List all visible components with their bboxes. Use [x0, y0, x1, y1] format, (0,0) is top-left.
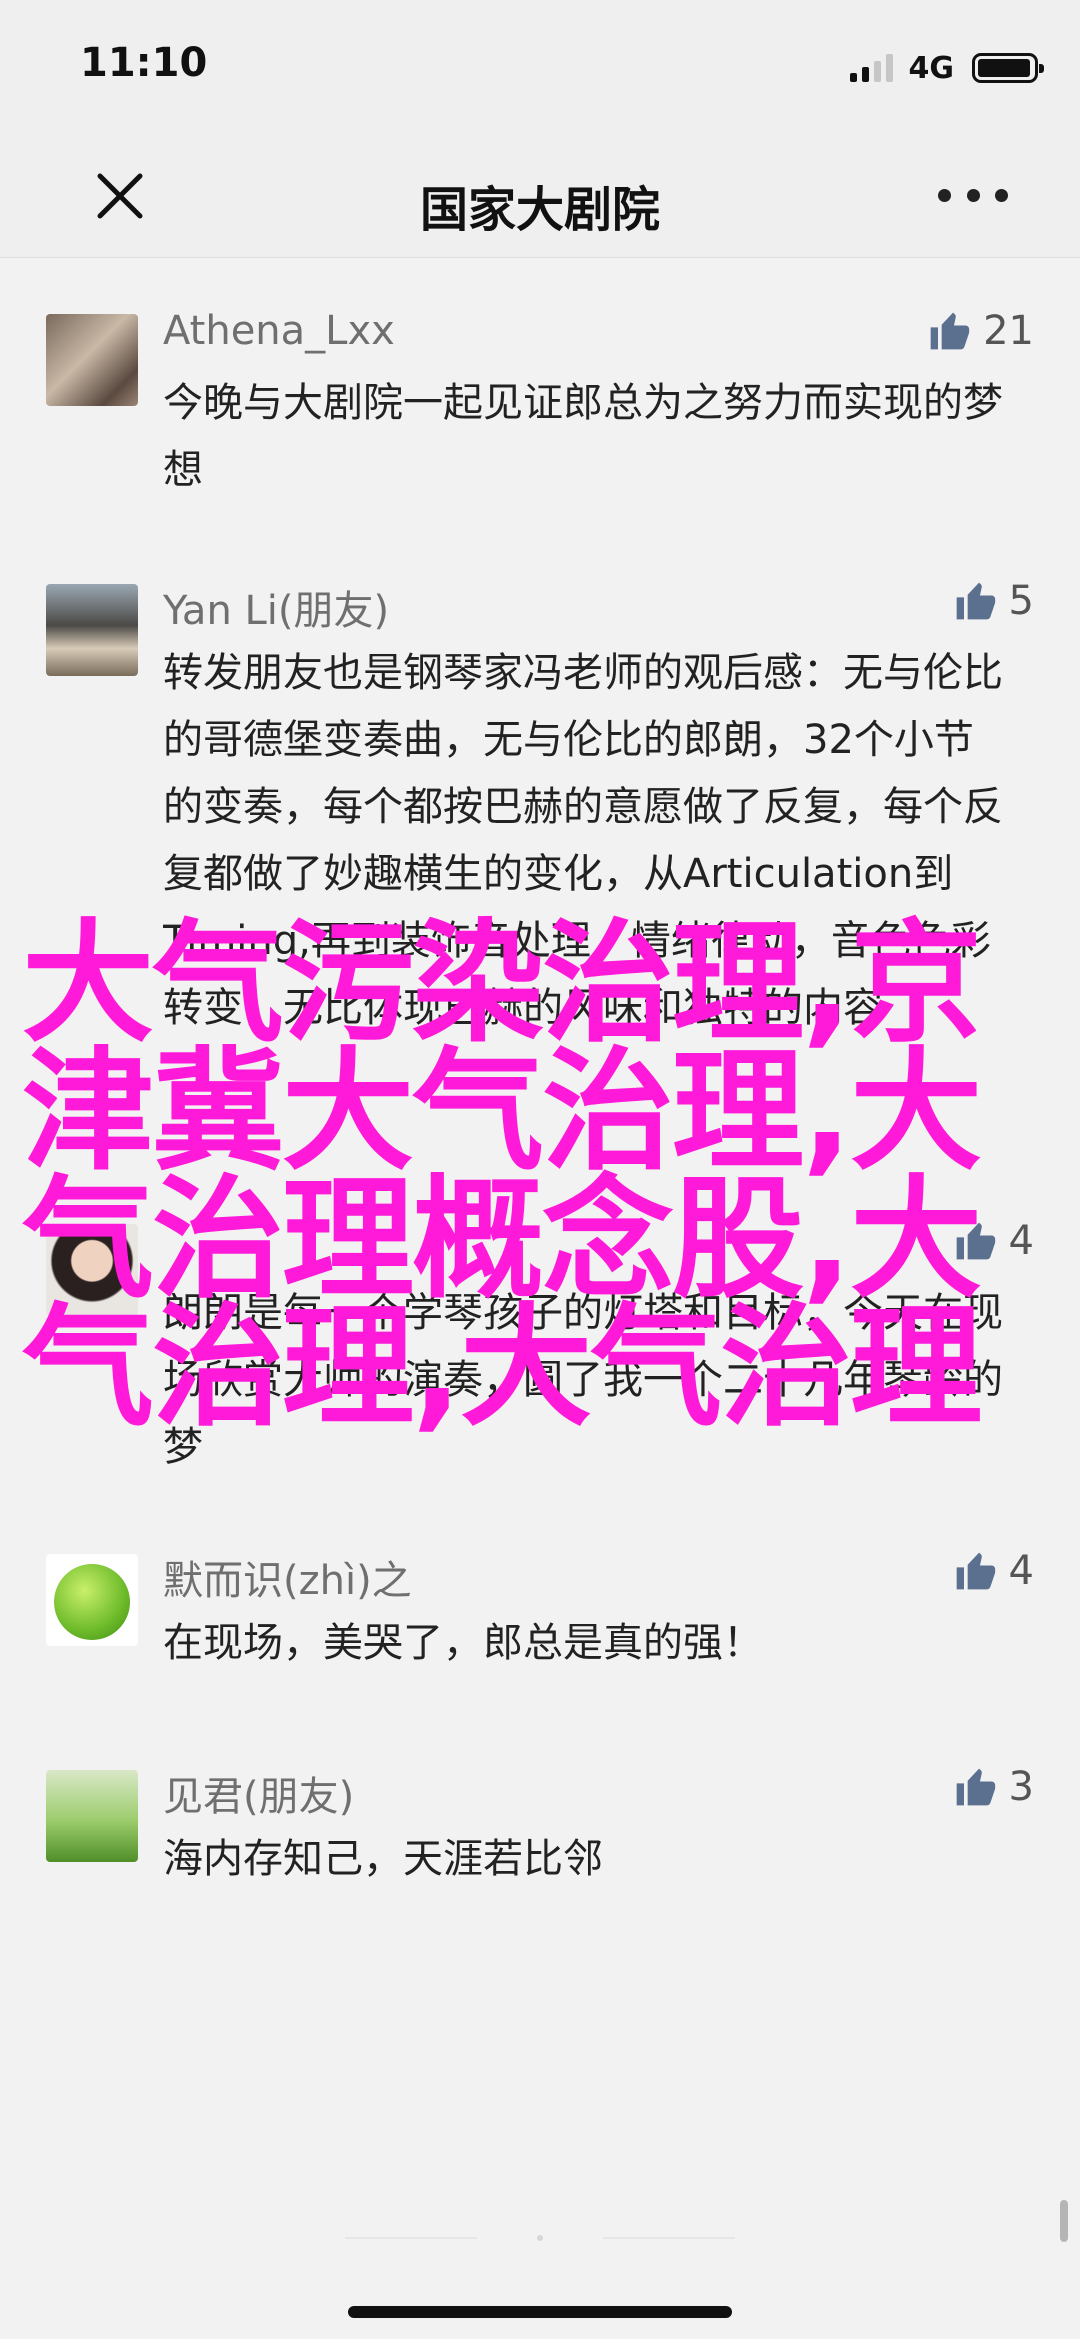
- overlay-text: 大气污染治理,京津冀大气治理,大气治理概念股,大气治理,大气治理: [22, 907, 982, 1445]
- like-count: 3: [1008, 1764, 1034, 1810]
- scrollbar[interactable]: [1060, 2200, 1068, 2242]
- like-button[interactable]: 5: [953, 578, 1034, 624]
- page-title: 国家大剧院: [419, 182, 660, 238]
- like-count: 4: [1008, 1548, 1034, 1594]
- like-button[interactable]: 3: [953, 1764, 1034, 1810]
- thumbs-up-icon: [956, 1768, 995, 1806]
- like-count: 5: [1008, 578, 1034, 624]
- avatar[interactable]: [46, 584, 138, 676]
- like-button[interactable]: 4: [953, 1548, 1034, 1594]
- avatar[interactable]: [46, 1770, 138, 1862]
- thumbs-up-icon: [930, 312, 970, 350]
- more-icon[interactable]: [938, 180, 1008, 210]
- signal-icon: [849, 54, 893, 82]
- network-type: 4G: [908, 50, 955, 86]
- status-bar: 11:10 4G: [0, 0, 1080, 140]
- list-end-divider: [345, 2235, 735, 2241]
- comment-author[interactable]: Yan Li(朋友): [163, 578, 389, 636]
- battery-icon: [972, 53, 1044, 83]
- comment-author[interactable]: 默而识(zhì)之: [163, 1548, 412, 1606]
- avatar[interactable]: [46, 314, 138, 406]
- like-count: 21: [983, 308, 1034, 354]
- like-button[interactable]: 21: [927, 308, 1034, 354]
- home-indicator[interactable]: [348, 2306, 732, 2318]
- comment-text: 海内存知己，天涯若比邻: [163, 1836, 603, 1882]
- thumbs-up-icon: [956, 1552, 995, 1590]
- comment-text: 今晚与大剧院一起见证郎总为之努力而实现的梦想: [163, 380, 1003, 493]
- watermelon-avatar-image: [54, 1564, 130, 1640]
- thumbs-up-icon: [956, 582, 995, 620]
- nav-bar: 国家大剧院: [0, 140, 1080, 258]
- comment-text: 在现场，美哭了，郎总是真的强！: [163, 1620, 763, 1666]
- comment-author[interactable]: Athena_Lxx: [163, 308, 395, 354]
- avatar[interactable]: [46, 1554, 138, 1646]
- status-indicators: 4G: [849, 48, 1044, 88]
- status-time: 11:10: [80, 40, 208, 86]
- comment-author[interactable]: 见君(朋友): [163, 1764, 354, 1822]
